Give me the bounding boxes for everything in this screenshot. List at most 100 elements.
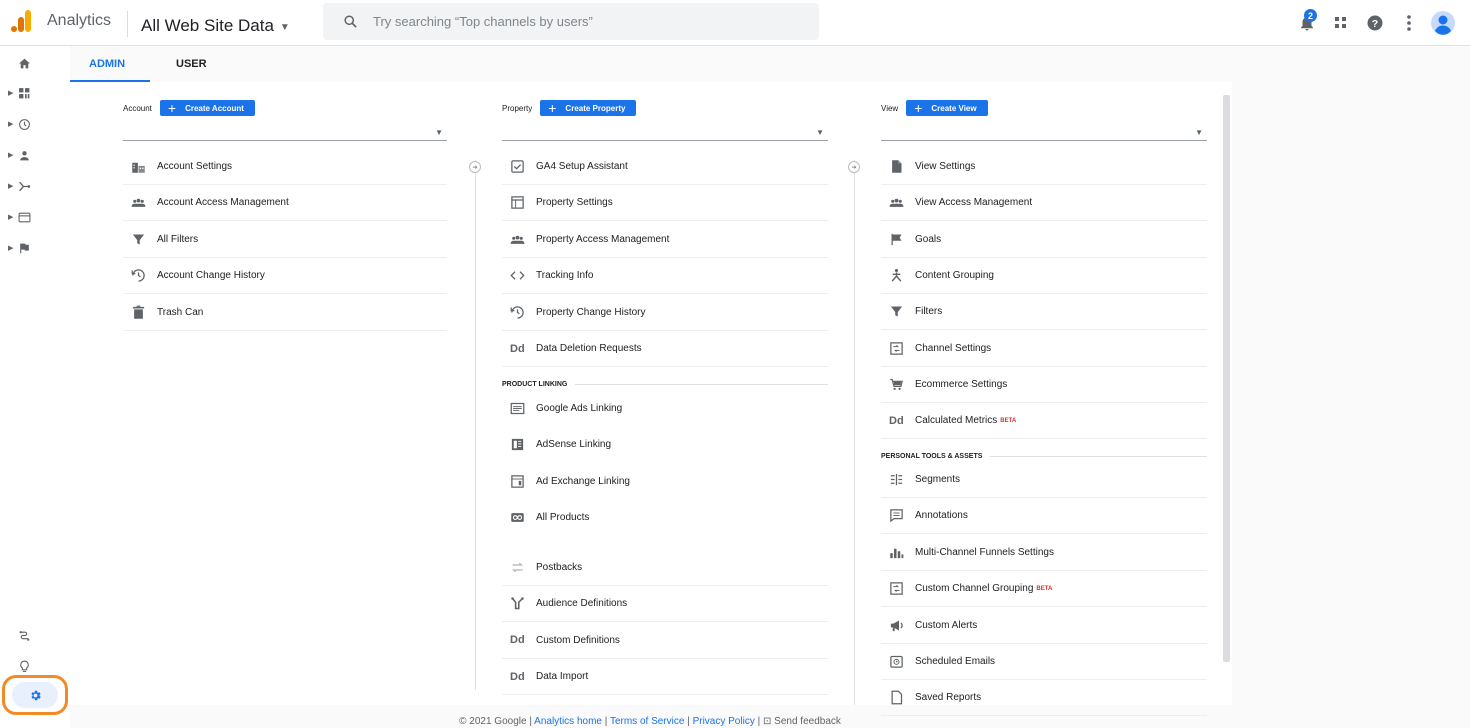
search-input[interactable]: Try searching “Top channels by users” (323, 3, 819, 40)
account-label: Account (123, 103, 152, 113)
admin-item-label: Property Change History (536, 306, 646, 318)
admin-item-label: Channel Settings (915, 342, 992, 354)
admin-item-multi-channel-funnels-settings[interactable]: Multi-Channel Funnels Settings (881, 535, 1207, 571)
privacy-link[interactable]: Privacy Policy (693, 716, 755, 727)
nav-attribution[interactable] (8, 624, 48, 648)
nav-acquisition[interactable]: ▶ (8, 174, 48, 198)
admin-item-all-filters[interactable]: All Filters (123, 222, 447, 258)
property-dropdown[interactable]: ▼ (502, 119, 828, 141)
nav-conversions[interactable]: ▶ (8, 236, 48, 260)
acquisition-icon (19, 181, 31, 191)
admin-item-data-deletion-requests[interactable]: Dd Data Deletion Requests (502, 331, 828, 367)
admin-item-channel-settings[interactable]: Channel Settings (881, 331, 1207, 367)
analytics-home-link[interactable]: Analytics home (534, 716, 602, 727)
section-heading-label: PRODUCT LINKING (502, 381, 568, 388)
row-icon-wrap (502, 268, 536, 283)
admin-item-scheduled-emails[interactable]: Scheduled Emails (881, 644, 1207, 680)
admin-item-all-products[interactable]: All Products (502, 500, 828, 536)
admin-item-label: Account Change History (157, 270, 265, 282)
document-icon (892, 160, 902, 173)
admin-item-content-grouping[interactable]: Content Grouping (881, 258, 1207, 294)
admin-item-filters[interactable]: Filters (881, 294, 1207, 331)
admin-item-custom-channel-grouping[interactable]: Custom Channel Grouping BETA (881, 571, 1207, 608)
create-property-button[interactable]: + Create Property (540, 100, 637, 116)
code-icon (510, 271, 525, 280)
nav-home[interactable] (8, 51, 48, 75)
admin-item-custom-alerts[interactable]: Custom Alerts (881, 608, 1207, 644)
filter-icon (890, 306, 903, 317)
column-divider (854, 160, 855, 705)
admin-item-label: Data Import (536, 671, 589, 683)
analytics-logo-icon[interactable] (10, 9, 34, 33)
attribution-icon (19, 630, 30, 641)
view-dropdown[interactable]: ▼ (881, 119, 1207, 141)
more-options-button[interactable] (1392, 9, 1426, 37)
admin-item-label: Postbacks (536, 562, 583, 573)
admin-item-label: Custom Definitions (536, 634, 620, 646)
row-icon-wrap (123, 159, 157, 174)
create-account-button[interactable]: + Create Account (159, 100, 255, 116)
admin-item-account-settings[interactable]: Account Settings (123, 149, 447, 185)
admin-item-ad-exchange-linking[interactable]: Ad Exchange Linking (502, 463, 828, 499)
arrow-right-icon: ➔ (469, 161, 481, 173)
nav-customization[interactable]: ▶ (8, 81, 48, 105)
admin-item-trash-can[interactable]: Trash Can (123, 295, 447, 331)
nav-audience[interactable]: ▶ (8, 143, 48, 167)
help-button[interactable]: ? (1358, 9, 1392, 37)
expand-arrow-icon: ▶ (8, 121, 14, 128)
admin-item-ga4-setup-assistant[interactable]: GA4 Setup Assistant (502, 149, 828, 185)
filter-icon (132, 234, 145, 245)
create-view-button[interactable]: + Create View (906, 100, 988, 116)
admin-item-goals[interactable]: Goals (881, 222, 1207, 258)
admin-item-calculated-metrics[interactable]: Dd Calculated Metrics BETA (881, 403, 1207, 440)
row-icon-wrap (502, 232, 536, 247)
scrollbar[interactable] (1223, 95, 1230, 662)
admin-item-annotations[interactable]: Annotations (881, 498, 1207, 535)
account-avatar-button[interactable] (1426, 9, 1460, 37)
nav-admin-button[interactable] (2, 675, 68, 715)
section-line (575, 384, 828, 385)
row-icon-wrap (881, 341, 915, 356)
account-dropdown[interactable]: ▼ (123, 119, 447, 141)
admin-item-label: Ad Exchange Linking (536, 475, 630, 487)
admin-item-segments[interactable]: Segments (881, 462, 1207, 498)
section-heading: PRODUCT LINKING (502, 381, 828, 388)
expand-arrow-icon: ▶ (8, 90, 14, 97)
tab-admin[interactable]: ADMIN (89, 58, 125, 70)
admin-item-data-import[interactable]: Dd Data Import (502, 659, 828, 696)
admin-item-google-ads-linking[interactable]: Google Ads Linking (502, 390, 828, 426)
admin-item-label: Google Ads Linking (536, 402, 623, 414)
admin-item-property-change-history[interactable]: Property Change History (502, 295, 828, 331)
admin-item-view-settings[interactable]: View Settings (881, 149, 1207, 185)
admin-item-property-access-management[interactable]: Property Access Management (502, 222, 828, 258)
footer: © 2021 Google | Analytics home | Terms o… (459, 716, 841, 727)
nav-behavior[interactable]: ▶ (8, 205, 48, 229)
admin-item-property-settings[interactable]: Property Settings (502, 185, 828, 222)
notifications-button[interactable]: 2 (1290, 9, 1324, 37)
admin-item-account-change-history[interactable]: Account Change History (123, 258, 447, 295)
apps-button[interactable] (1324, 9, 1358, 37)
terms-link[interactable]: Terms of Service (610, 716, 684, 727)
admin-item-label: Trash Can (157, 306, 204, 318)
account-picker[interactable]: All Web Site Data ▼ (141, 16, 290, 36)
dd-icon: Dd (510, 634, 525, 647)
admin-item-view-access-management[interactable]: View Access Management (881, 185, 1207, 222)
nav-realtime[interactable]: ▶ (8, 112, 48, 136)
admin-item-audience-definitions[interactable]: Audience Definitions (502, 586, 828, 623)
tab-user[interactable]: USER (176, 58, 207, 70)
admin-item-custom-definitions[interactable]: Dd Custom Definitions (502, 623, 828, 659)
admin-item-adsense-linking[interactable]: AdSense Linking (502, 427, 828, 463)
top-header: Analytics All Web Site Data ▼ Try search… (0, 0, 1470, 46)
beta-badge: BETA (1000, 417, 1017, 424)
channel-icon (890, 341, 903, 355)
admin-item-tracking-info[interactable]: Tracking Info (502, 258, 828, 295)
building-icon (132, 162, 145, 173)
admin-item-account-access-management[interactable]: Account Access Management (123, 185, 447, 222)
app-name: Analytics (47, 12, 112, 29)
admin-item-label: Account Access Management (157, 197, 289, 209)
send-feedback-link[interactable]: Send feedback (774, 716, 841, 727)
row-icon-wrap: Dd (881, 415, 915, 427)
admin-item-saved-reports[interactable]: Saved Reports (881, 680, 1207, 717)
admin-item-postbacks[interactable]: Postbacks (502, 550, 828, 586)
admin-item-ecommerce-settings[interactable]: Ecommerce Settings (881, 367, 1207, 403)
